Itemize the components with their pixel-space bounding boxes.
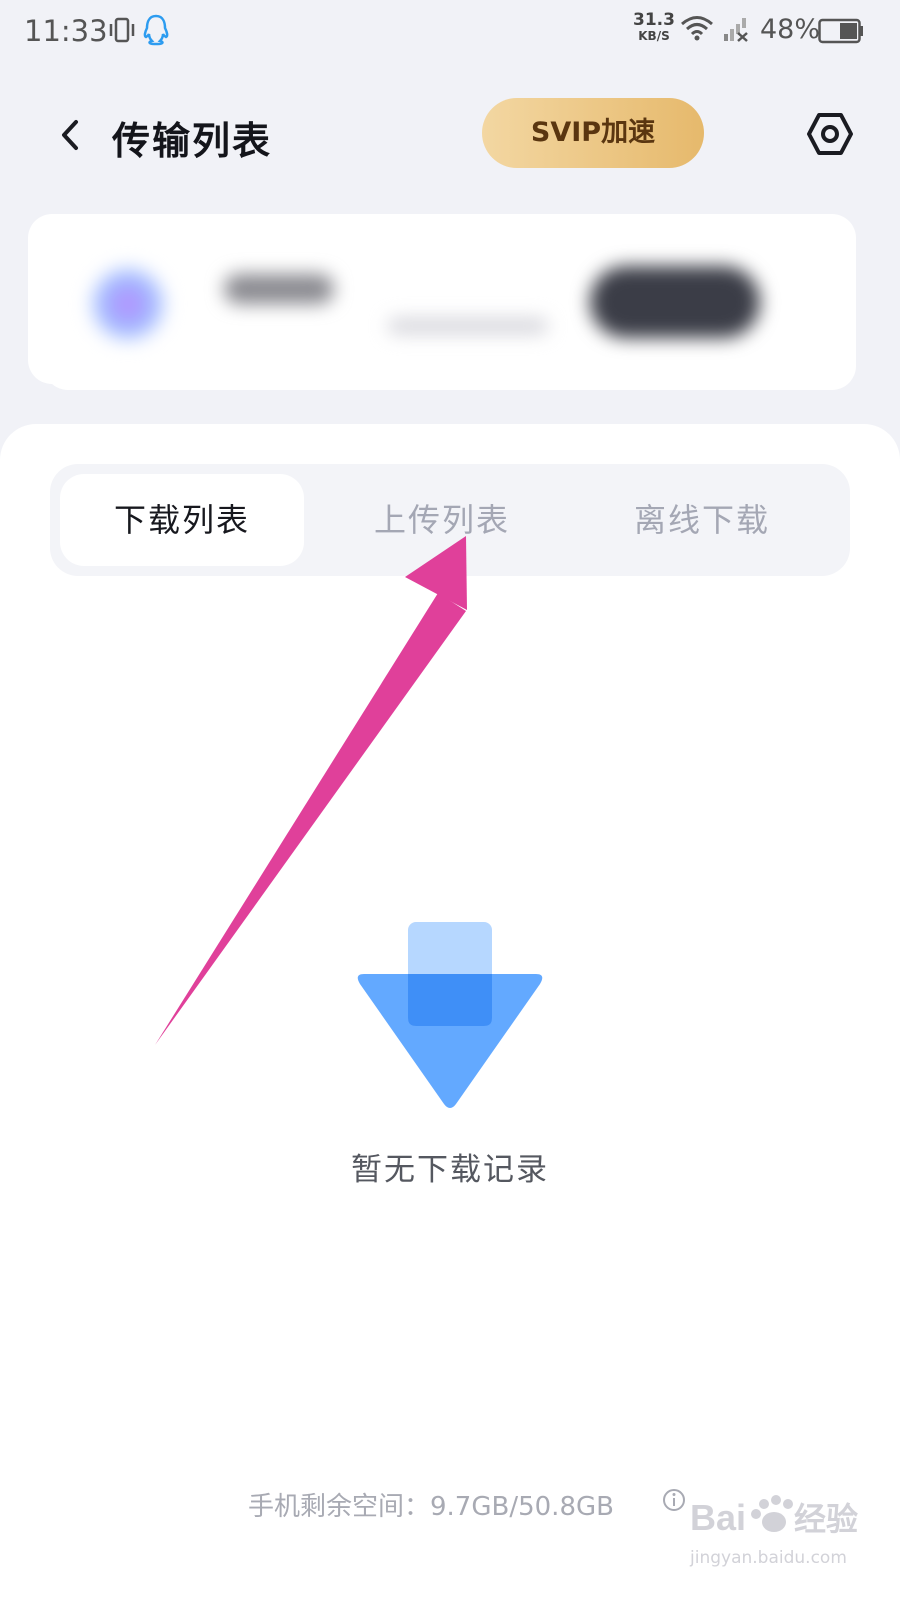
watermark-url: jingyan.baidu.com: [690, 1548, 847, 1568]
baidu-jingyan-watermark: Bai 经验 jingyan.baidu.com: [690, 1488, 870, 1588]
back-icon[interactable]: [54, 116, 88, 154]
svip-boost-button[interactable]: SVIP加速: [482, 98, 704, 168]
header: 传输列表 SVIP加速: [0, 90, 900, 180]
promo-logo: [90, 266, 166, 342]
tab-download-list[interactable]: 下载列表: [60, 474, 304, 566]
tab-offline-download[interactable]: 离线下载: [580, 474, 824, 566]
battery-percentage: 48%: [760, 14, 821, 45]
qq-icon: [143, 14, 169, 46]
storage-info: 手机剩余空间：9.7GB/50.8GB: [248, 1492, 614, 1522]
svg-text:Bai: Bai: [690, 1497, 746, 1538]
page-title: 传输列表: [112, 119, 273, 163]
status-time: 11:33: [24, 14, 108, 48]
status-bar: 11:33 31.3 KB/S 48%: [0, 0, 900, 62]
signal-icon: [724, 18, 748, 42]
promo-subtitle: [388, 318, 548, 334]
empty-state-message: 暂无下载记录: [351, 1152, 549, 1188]
promo-title: [224, 274, 334, 304]
settings-icon[interactable]: [806, 110, 854, 158]
tab-upload-list[interactable]: 上传列表: [320, 474, 564, 566]
vibrate-icon: [109, 17, 135, 43]
promo-action-button: [590, 266, 760, 338]
wifi-icon: [681, 16, 713, 41]
promo-banner[interactable]: [28, 214, 856, 384]
baidu-paw-logo: Bai 经验: [690, 1495, 858, 1538]
download-arrow-icon: [357, 922, 543, 1108]
battery-icon: [818, 18, 863, 44]
transfer-tabs: 下载列表 上传列表 离线下载: [50, 464, 850, 576]
network-speed: 31.3 KB/S: [633, 10, 675, 44]
info-icon[interactable]: [662, 1488, 686, 1512]
main-panel: 下载列表 上传列表 离线下载 暂无下载记录 手机剩余空间：9.7GB/50.8G…: [0, 424, 900, 1600]
svg-text:经验: 经验: [794, 1501, 858, 1537]
